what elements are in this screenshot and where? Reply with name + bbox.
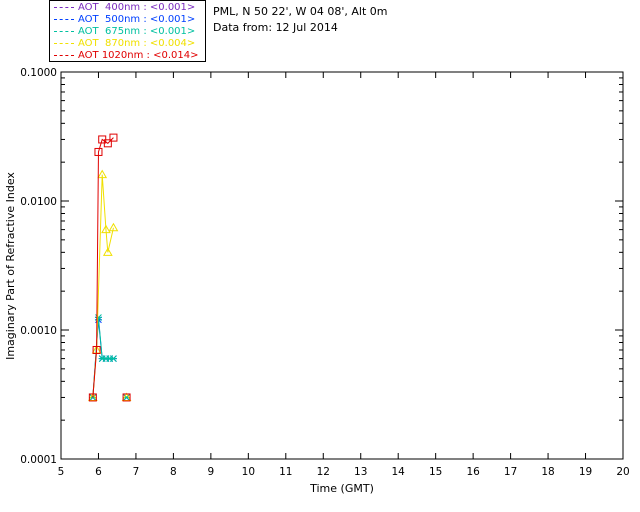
x-axis: 5 6 7 8 9 10 11 12 13 14 15 16 17 18 19 20 [58, 72, 630, 478]
y-tick-label: 0.1000 [20, 67, 57, 79]
x-tick-label: 20 [616, 466, 629, 478]
x-tick-label: 5 [58, 466, 65, 478]
y-tick-label: 0.0001 [20, 454, 57, 466]
y-axis: 0.0001 0.0010 0.0100 0.1000 [20, 67, 623, 466]
x-tick-label: 6 [95, 466, 102, 478]
x-tick-label: 14 [392, 466, 406, 478]
x-tick-label: 10 [242, 466, 255, 478]
x-axis-label: Time (GMT) [309, 482, 374, 495]
series-layer [87, 133, 132, 402]
x-tick-label: 16 [466, 466, 480, 478]
x-tick-label: 18 [541, 466, 554, 478]
plot-frame [60, 71, 624, 460]
x-tick-label: 11 [279, 466, 292, 478]
x-tick-label: 8 [170, 466, 177, 478]
x-tick-label: 7 [133, 466, 140, 478]
x-tick-label: 19 [579, 466, 592, 478]
x-tick-label: 13 [354, 466, 367, 478]
x-tick-label: 9 [208, 466, 215, 478]
chart: 0.0001 0.0010 0.0100 0.1000 5 6 7 8 9 10 11 12 13 14… [4, 67, 630, 495]
x-tick-label: 12 [317, 466, 330, 478]
y-axis-label: Imaginary Part of Refractive Index [4, 172, 17, 360]
y-tick-label: 0.0010 [20, 325, 57, 337]
y-tick-label: 0.0100 [20, 196, 57, 208]
x-tick-label: 15 [429, 466, 442, 478]
data-point [109, 355, 117, 362]
x-tick-label: 17 [504, 466, 517, 478]
